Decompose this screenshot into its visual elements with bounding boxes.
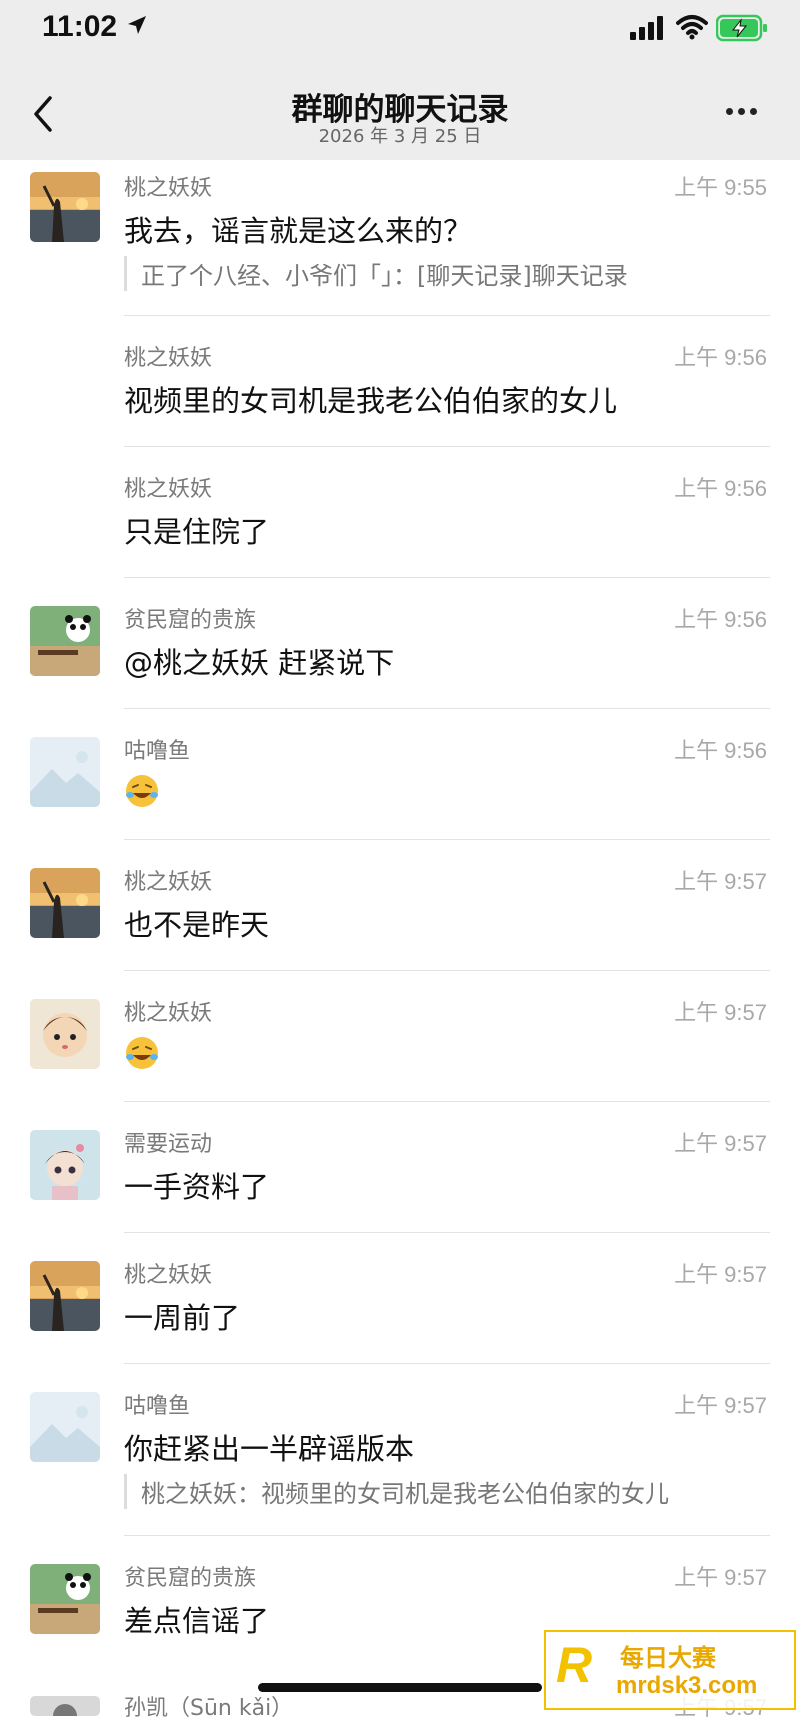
sunset-girl-avatar-icon [30, 172, 100, 242]
dot-icon [726, 108, 733, 115]
status-time: 11:02 [42, 10, 118, 43]
sender-name: 桃之妖妖 [124, 1001, 213, 1026]
message-text[interactable]: 只是住院了 [124, 509, 269, 551]
panda-avatar-icon [30, 1564, 100, 1634]
placeholder-avatar-icon [30, 1392, 100, 1462]
divider [124, 577, 770, 578]
more-options-button[interactable] [726, 100, 766, 120]
sender-name: 桃之妖妖 [124, 477, 213, 502]
message-text[interactable]: 视频里的女司机是我老公伯伯家的女儿 [124, 378, 617, 420]
message-time: 上午 9:55 [674, 175, 767, 200]
location-arrow-icon [128, 16, 146, 34]
divider [124, 839, 770, 840]
wifi-icon [676, 15, 708, 40]
avatar[interactable] [30, 606, 100, 676]
sender-name: 孙凯（Sūn kǎi） [124, 1696, 294, 1721]
home-indicator[interactable] [258, 1683, 542, 1692]
avatar-partial-icon [30, 1696, 100, 1716]
avatar[interactable] [30, 1564, 100, 1634]
watermark-title: 每日大赛 [620, 1644, 716, 1672]
avatar[interactable] [30, 737, 100, 807]
message-time: 上午 9:57 [674, 1131, 767, 1156]
divider [124, 315, 770, 316]
message-text[interactable]: 你赶紧出一半辟谣版本 [124, 1426, 414, 1468]
avatar[interactable] [30, 1696, 100, 1716]
sender-name: 桃之妖妖 [124, 346, 213, 371]
message-time: 上午 9:56 [674, 345, 767, 370]
message-time: 上午 9:56 [674, 476, 767, 501]
avatar[interactable] [30, 172, 100, 242]
message-text[interactable]: @桃之妖妖 赶紧说下 [124, 640, 394, 682]
battery-charging-icon [716, 14, 767, 42]
message-time: 上午 9:57 [674, 1393, 767, 1418]
divider [124, 1363, 770, 1364]
laughing-crying-emoji-icon[interactable] [124, 1035, 160, 1071]
sender-name: 需要运动 [124, 1132, 213, 1157]
message-time: 上午 9:57 [674, 869, 767, 894]
cartoon-girl-avatar-icon [30, 999, 100, 1069]
watermark-url: mrdsk3.com [616, 1672, 758, 1699]
sender-name: 贫民窟的贵族 [124, 608, 257, 633]
divider [124, 1232, 770, 1233]
message-time: 上午 9:56 [674, 738, 767, 763]
watermark-logo: R 每日大赛 mrdsk3.com [544, 1630, 796, 1710]
avatar[interactable] [30, 1130, 100, 1200]
signal-icon [630, 16, 663, 40]
divider [124, 708, 770, 709]
sender-name: 桃之妖妖 [124, 176, 213, 201]
avatar[interactable] [30, 999, 100, 1069]
page-date: 2026 年 3 月 25 日 [318, 126, 482, 147]
quoted-message[interactable]: 桃之妖妖：视频里的女司机是我老公伯伯家的女儿 [124, 1474, 669, 1509]
dot-icon [750, 108, 757, 115]
message-text[interactable]: 我去，谣言就是这么来的？ [124, 208, 472, 250]
watermark-letter: R [556, 1637, 593, 1693]
message-text[interactable]: 一周前了 [124, 1295, 240, 1337]
divider [124, 1101, 770, 1102]
quoted-message[interactable]: 正了个八经、小爷们「」：[聊天记录]聊天记录 [124, 256, 628, 291]
avatar[interactable] [30, 1392, 100, 1462]
dot-icon [738, 108, 745, 115]
sunset-girl-avatar-icon [30, 1261, 100, 1331]
message-time: 上午 9:57 [674, 1262, 767, 1287]
placeholder-avatar-icon [30, 737, 100, 807]
sender-name: 桃之妖妖 [124, 870, 213, 895]
sender-name: 咕噜鱼 [124, 1394, 191, 1419]
sender-name: 贫民窟的贵族 [124, 1566, 257, 1591]
sender-name: 桃之妖妖 [124, 1263, 213, 1288]
avatar[interactable] [30, 868, 100, 938]
message-time: 上午 9:56 [674, 607, 767, 632]
avatar[interactable] [30, 1261, 100, 1331]
divider [124, 446, 770, 447]
message-text[interactable]: 差点信谣了 [124, 1598, 269, 1640]
doll-avatar-icon [30, 1130, 100, 1200]
laughing-crying-emoji-icon[interactable] [124, 773, 160, 809]
top-bar: 11:02 群聊的聊天记录 2026 年 3 月 25 日 [0, 0, 800, 160]
sunset-girl-avatar-icon [30, 868, 100, 938]
message-text[interactable]: 也不是昨天 [124, 902, 269, 944]
divider [124, 970, 770, 971]
sender-name: 咕噜鱼 [124, 739, 191, 764]
panda-avatar-icon [30, 606, 100, 676]
message-time: 上午 9:57 [674, 1565, 767, 1590]
message-time: 上午 9:57 [674, 1000, 767, 1025]
message-text[interactable]: 一手资料了 [124, 1164, 269, 1206]
divider [124, 1535, 770, 1536]
